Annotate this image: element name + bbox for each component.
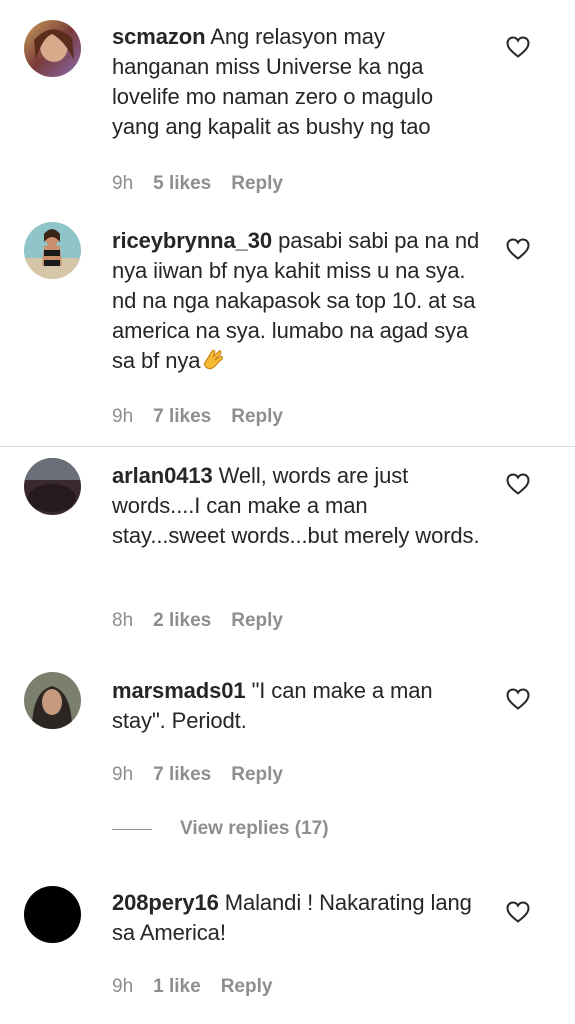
reply-button[interactable]: Reply [231,172,283,196]
comment-meta: 9h 7 likes Reply [112,405,283,429]
likes-count[interactable]: 7 likes [153,763,211,787]
likes-count[interactable]: 7 likes [153,405,211,429]
comment-text: scmazon Ang relasyon may hanganan miss U… [112,22,484,142]
comment-text: riceybrynna_30 pasabi sabi pa na nd nya … [112,226,484,376]
view-replies-button[interactable]: View replies (17) [112,818,329,840]
comment-text: marsmads01 "I can make a man stay". Peri… [112,676,484,736]
like-heart-icon[interactable] [506,901,530,923]
like-heart-icon[interactable] [506,473,530,495]
view-replies-line [112,828,152,830]
username[interactable]: 208pery16 [112,890,219,915]
view-replies-label: View replies (17) [180,818,329,839]
username[interactable]: scmazon [112,24,206,49]
reply-button[interactable]: Reply [231,763,283,787]
timestamp: 9h [112,976,134,997]
avatar[interactable] [24,886,81,943]
clapping-hands-icon [200,347,226,373]
like-heart-icon[interactable] [506,688,530,710]
avatar[interactable] [24,222,81,279]
likes-count[interactable]: 1 like [153,975,201,999]
avatar[interactable] [24,458,81,515]
username[interactable]: marsmads01 [112,678,246,703]
timestamp: 9h [112,173,134,194]
timestamp: 9h [112,764,134,785]
timestamp: 9h [112,406,134,427]
username[interactable]: riceybrynna_30 [112,228,272,253]
comment-meta: 8h 2 likes Reply [112,609,283,633]
reply-button[interactable]: Reply [221,975,273,999]
comment-text: 208pery16 Malandi ! Nakarating lang sa A… [112,888,484,948]
username[interactable]: arlan0413 [112,463,213,488]
reply-button[interactable]: Reply [231,405,283,429]
timestamp: 8h [112,610,134,631]
comment-text: arlan0413 Well, words are just words....… [112,461,484,551]
avatar[interactable] [24,672,81,729]
reply-button[interactable]: Reply [231,609,283,633]
likes-count[interactable]: 5 likes [153,172,211,196]
like-heart-icon[interactable] [506,238,530,260]
avatar[interactable] [24,20,81,77]
likes-count[interactable]: 2 likes [153,609,211,633]
like-heart-icon[interactable] [506,36,530,58]
divider [0,446,575,447]
comment-meta: 9h 7 likes Reply [112,763,283,787]
comment-meta: 9h 5 likes Reply [112,172,283,196]
comment-meta: 9h 1 like Reply [112,975,272,999]
